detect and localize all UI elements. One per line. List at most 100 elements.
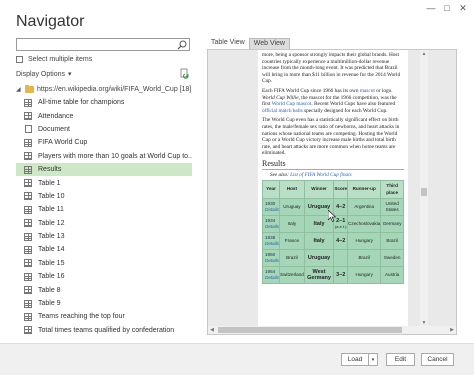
window-controls: — □ ✕: [424, 2, 470, 14]
tree-item-label: Attendance: [38, 112, 74, 120]
third-place-cell: Brazil: [386, 237, 398, 243]
dialog-footer: Load ▾ Edit Cancel: [0, 343, 474, 375]
tree-item-label: Table 9: [38, 300, 61, 308]
tree-item[interactable]: Table 15: [16, 257, 192, 270]
col-winner: Winner: [303, 180, 335, 200]
details-link[interactable]: Details: [265, 241, 279, 248]
tree-item[interactable]: Table 1: [16, 176, 192, 189]
table-icon: [24, 299, 32, 308]
load-button[interactable]: Load: [341, 353, 369, 366]
details-link[interactable]: Details: [265, 258, 279, 265]
table-icon: [24, 138, 32, 147]
tab-table-view[interactable]: Table View: [207, 38, 249, 49]
tree-item-label: Teams reaching the top four: [38, 313, 125, 321]
select-multiple-checkbox[interactable]: [16, 56, 23, 63]
table-icon: [24, 232, 32, 241]
tree-item[interactable]: Table 8: [16, 283, 192, 296]
tree-item[interactable]: All-time table for champions: [16, 96, 192, 109]
tree-item[interactable]: Table 10: [16, 190, 192, 203]
tree-item[interactable]: Teams reaching the top four: [16, 310, 192, 323]
tab-web-view[interactable]: Web View: [248, 38, 290, 49]
horizontal-scroll-thumb[interactable]: [218, 327, 402, 333]
table-row: 1950 Details Brazil Uruguay Brazil Sweden: [261, 249, 404, 268]
tree-item[interactable]: FIFA World Cup: [16, 136, 192, 149]
select-multiple-row[interactable]: Select multiple items: [16, 56, 92, 63]
score-note: (a.e.t.): [334, 224, 347, 230]
host-cell: France: [284, 237, 300, 243]
score-cell: 4–2: [336, 203, 346, 210]
tree-item[interactable]: Players with more than 10 goals at World…: [16, 150, 192, 163]
horizontal-scrollbar[interactable]: ◀ ▶: [208, 326, 456, 334]
expand-caret-icon[interactable]: ◢: [16, 86, 22, 93]
tree-root-node[interactable]: ◢ https://en.wikipedia.org/wiki/FIFA_Wor…: [16, 83, 192, 96]
tree-item[interactable]: Attendance: [16, 109, 192, 122]
tree-root-label: https://en.wikipedia.org/wiki/FIFA_World…: [37, 86, 192, 93]
table-cell: France: [279, 232, 305, 251]
display-options-label: Display Options: [16, 70, 66, 78]
tree-item[interactable]: Table 14: [16, 243, 192, 256]
results-header-row: Year Host Winner Score Runner-up Third p…: [261, 180, 404, 200]
display-options-dropdown[interactable]: Display Options ▾: [16, 70, 72, 79]
tree-item-label: All-time table for champions: [38, 99, 125, 107]
year-cell: 1938: [265, 234, 276, 240]
scroll-left-icon[interactable]: ◀: [208, 326, 216, 334]
table-icon: [24, 219, 32, 228]
score-cell: 3–2: [336, 271, 346, 278]
score-cell: 4–2: [336, 237, 346, 244]
world-cup-mascot-link[interactable]: World Cup mascot: [272, 101, 312, 107]
details-link[interactable]: Details: [265, 207, 279, 214]
maximize-button[interactable]: □: [440, 2, 454, 14]
tree-item-label: Document: [38, 125, 70, 133]
details-link[interactable]: Details: [265, 275, 279, 282]
table-cell: West Germany: [303, 266, 335, 285]
search-icon[interactable]: [177, 40, 187, 50]
table-icon: [24, 179, 32, 188]
search-input[interactable]: [16, 38, 190, 51]
table-icon: [24, 245, 32, 254]
host-cell: Switzerland: [280, 271, 304, 277]
table-icon: [24, 205, 32, 214]
vertical-scroll-thumb[interactable]: [421, 188, 427, 196]
winner-cell: Italy: [313, 237, 325, 244]
tree-item[interactable]: Table 12: [16, 217, 192, 230]
third-place-cell: United States: [385, 200, 399, 213]
tree-item[interactable]: Table 16: [16, 270, 192, 283]
table-icon: [24, 152, 32, 161]
preview-tabs: Table View Web View: [207, 38, 290, 49]
finals-list-link[interactable]: List of FIFA World Cup finals: [290, 172, 351, 178]
tree-item-label: Table 10: [38, 192, 65, 200]
tree-item[interactable]: Table 9: [16, 297, 192, 310]
col-year: Year: [261, 180, 281, 200]
paragraph-birth-rates: The World Cup even has a statistically s…: [262, 117, 400, 157]
load-options-chevron-icon[interactable]: ▾: [368, 353, 378, 366]
details-link[interactable]: Details: [265, 224, 279, 231]
minimize-button[interactable]: —: [424, 2, 438, 14]
table-cell: Brazil: [347, 249, 382, 268]
refresh-icon[interactable]: [180, 68, 190, 79]
vertical-scrollbar[interactable]: ▲ ▼: [420, 50, 428, 327]
tree-item[interactable]: Table 11: [16, 203, 192, 216]
tree-item-label: Players with more than 10 goals at World…: [38, 152, 192, 160]
scroll-up-icon[interactable]: ▲: [420, 50, 428, 58]
tree-item[interactable]: Table 13: [16, 230, 192, 243]
scroll-right-icon[interactable]: ▶: [448, 326, 456, 334]
tree-item[interactable]: Document: [16, 123, 192, 136]
table-cell: Austria: [380, 266, 404, 285]
tree-item[interactable]: Results: [16, 162, 192, 177]
edit-button[interactable]: Edit: [386, 353, 415, 366]
host-cell: Italy: [287, 220, 297, 226]
table-cell: United States: [380, 198, 404, 217]
table-cell: Italy: [303, 232, 335, 251]
mascot-link[interactable]: mascot: [360, 88, 375, 94]
close-button[interactable]: ✕: [456, 2, 470, 14]
year-cell: 1950: [265, 251, 276, 257]
table-icon: [24, 326, 32, 335]
table-cell: Italy: [279, 215, 305, 234]
cancel-button[interactable]: Cancel: [421, 353, 454, 366]
tree-item[interactable]: Total times teams qualified by confedera…: [16, 324, 192, 337]
doc-icon: [25, 125, 32, 134]
match-balls-link[interactable]: official match balls: [262, 108, 303, 114]
col-third-place: Third place: [380, 180, 404, 200]
table-row: 1954 Details Switzerland West Germany 3–2 Hun…: [261, 266, 404, 285]
table-cell: 4–2: [333, 232, 349, 251]
